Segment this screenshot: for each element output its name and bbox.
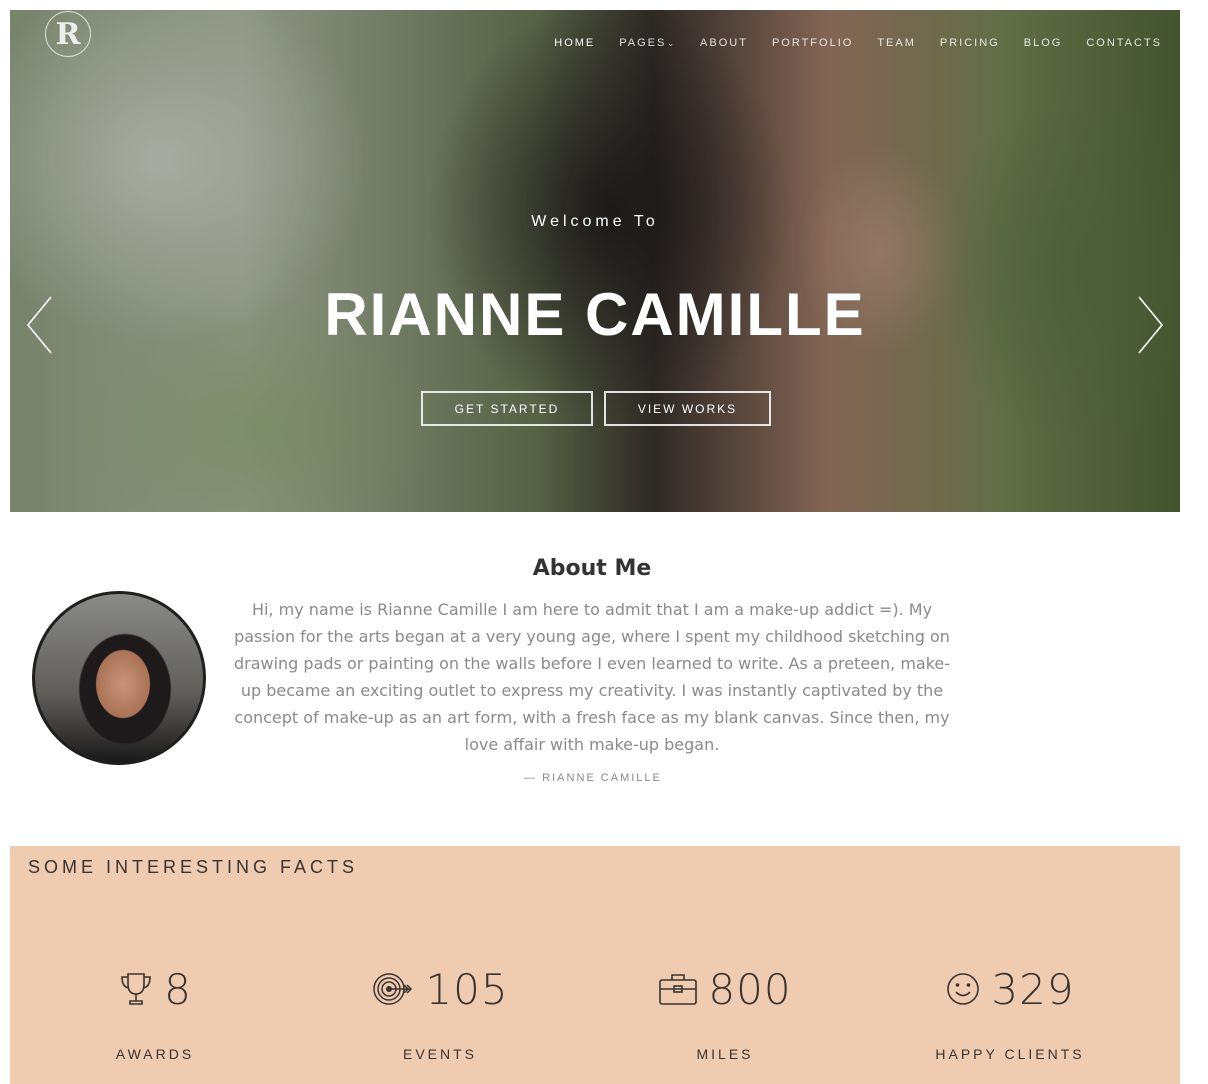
- fact-events-label: EVENTS: [402, 1046, 477, 1062]
- nav-item-blog[interactable]: BLOG: [1024, 37, 1063, 49]
- trophy-icon: [121, 973, 151, 1005]
- about-signature: — RIANNE CAMILLE: [524, 772, 662, 784]
- main-nav: HOME PAGES⌄ ABOUT PORTFOLIO TEAM PRICING…: [554, 37, 1162, 49]
- chevron-left-icon[interactable]: [25, 295, 55, 355]
- logo[interactable]: R: [45, 11, 91, 57]
- fact-events: 105 EVENTS: [320, 964, 560, 1062]
- fact-events-number: 105: [425, 964, 509, 1014]
- nav-item-contacts[interactable]: CONTACTS: [1086, 37, 1162, 49]
- nav-item-pricing[interactable]: PRICING: [940, 37, 1000, 49]
- nav-item-pages-label: PAGES: [619, 37, 667, 49]
- nav-item-team[interactable]: TEAM: [877, 37, 916, 49]
- fact-happy-clients-number: 329: [991, 964, 1075, 1014]
- facts-title: SOME INTERESTING FACTS: [28, 857, 359, 877]
- fact-happy-clients: 329 HAPPY CLIENTS: [890, 964, 1130, 1063]
- fact-happy-clients-label: HAPPY CLIENTS: [935, 1046, 1085, 1062]
- nav-item-pages[interactable]: PAGES⌄: [619, 37, 676, 49]
- about-heading: About Me: [0, 556, 1184, 581]
- nav-item-portfolio[interactable]: PORTFOLIO: [772, 37, 853, 49]
- hero-title: RIANNE CAMILLE: [324, 281, 866, 348]
- facts-section: SOME INTERESTING FACTS 8 AWARDS 105 EVEN: [10, 846, 1180, 1084]
- fact-miles: 800 MILES: [605, 964, 845, 1062]
- hero-welcome: Welcome To: [531, 213, 659, 230]
- nav-item-home[interactable]: HOME: [554, 37, 595, 49]
- nav-item-about[interactable]: ABOUT: [700, 37, 748, 49]
- fact-miles-number: 800: [708, 964, 792, 1014]
- hero-background-photo: [10, 10, 1180, 512]
- view-works-button[interactable]: VIEW WORKS: [604, 391, 771, 426]
- get-started-button[interactable]: GET STARTED: [421, 391, 593, 426]
- about-heading-bold: Me: [614, 556, 652, 581]
- about-text: Hi, my name is Rianne Camille I am here …: [233, 600, 951, 754]
- chevron-down-icon: ⌄: [667, 39, 677, 48]
- briefcase-icon: [659, 974, 698, 1005]
- chevron-right-icon[interactable]: [1135, 295, 1165, 355]
- hero-slider: R HOME PAGES⌄ ABOUT PORTFOLIO TEAM PRICI…: [10, 10, 1180, 512]
- fact-awards: 8 AWARDS: [35, 964, 275, 1063]
- fact-miles-label: MILES: [696, 1046, 754, 1062]
- avatar: [32, 591, 206, 765]
- smiley-icon: [947, 973, 980, 1005]
- about-heading-light: About: [532, 556, 607, 581]
- fact-awards-label: AWARDS: [115, 1046, 195, 1062]
- fact-awards-number: 8: [164, 964, 192, 1014]
- target-icon: [373, 973, 413, 1005]
